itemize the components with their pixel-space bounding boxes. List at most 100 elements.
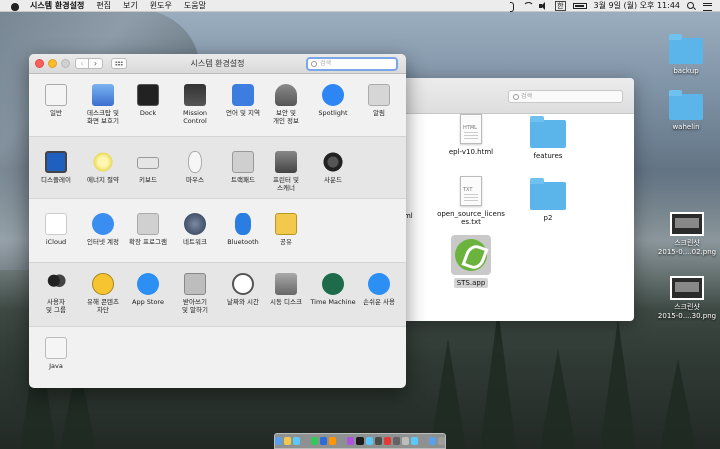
pref-pane-general[interactable]: 일반 <box>32 84 80 117</box>
spotlight-menu-icon[interactable] <box>687 1 696 10</box>
pref-pane-dictation-speech[interactable]: 받아쓰기 및 말하기 <box>171 273 219 314</box>
dock-app-icon[interactable] <box>374 437 382 445</box>
pref-pane-spotlight[interactable]: Spotlight <box>309 84 357 117</box>
dock-app-icon[interactable] <box>329 437 337 445</box>
pref-section-2: 디스플레이 에너지 절약 키보드 마우스 트랙패드 프린터 및 스캐너 사운드 <box>29 136 406 198</box>
pref-pane-label: 날짜와 시간 <box>227 298 259 306</box>
printers-scanners-icon <box>275 151 297 173</box>
dock-app-icon[interactable] <box>320 437 328 445</box>
app-menu[interactable]: 시스템 환경설정 <box>30 0 84 11</box>
clock[interactable]: 3월 9일 (월) 오후 11:44 <box>594 0 680 11</box>
dock-app-icon[interactable] <box>410 437 418 445</box>
folder-icon <box>530 116 566 148</box>
apple-menu-icon[interactable] <box>10 1 20 11</box>
finder-item-p2[interactable]: p2 <box>513 178 583 222</box>
finder-item-features[interactable]: features <box>513 116 583 160</box>
pref-pane-label: Bluetooth <box>227 238 259 246</box>
pref-section-1: 일반 데스크탑 및 화면 보호기 Dock Mission Control 언어 및 지… <box>29 74 406 136</box>
desktop-icon-screenshot-1[interactable]: 스크린샷 2015-0....02.png <box>654 212 720 257</box>
pref-pane-internet-accounts[interactable]: 인터넷 계정 <box>79 213 127 246</box>
input-source-icon[interactable]: 한 <box>555 0 566 11</box>
finder-item-licenses[interactable]: TXT open_source_licens es.txt <box>430 176 512 226</box>
notification-center-icon[interactable] <box>703 2 712 11</box>
pref-pane-displays[interactable]: 디스플레이 <box>32 151 80 184</box>
pref-pane-sound[interactable]: 사운드 <box>309 151 357 184</box>
pref-pane-trackpad[interactable]: 트랙패드 <box>219 151 267 184</box>
battery-icon[interactable] <box>572 2 587 9</box>
mission-control-icon <box>184 84 206 106</box>
pref-pane-mouse[interactable]: 마우스 <box>171 151 219 184</box>
bluetooth-icon <box>235 213 251 235</box>
internet-accounts-icon <box>92 213 114 235</box>
wifi-status-icon[interactable] <box>523 1 535 10</box>
search-field[interactable]: 검색 <box>306 57 398 71</box>
menu-edit[interactable]: 편집 <box>96 0 111 11</box>
pref-section-4: 사용자 및 그룹 유해 콘텐츠 차단 App Store 받아쓰기 및 말하기 날짜와 … <box>29 262 406 326</box>
dock-app-icon[interactable] <box>275 437 283 445</box>
bluetooth-status-icon[interactable] <box>507 1 516 12</box>
pref-pane-app-store[interactable]: App Store <box>124 273 172 306</box>
pref-pane-label: 에너지 절약 <box>87 176 119 184</box>
pref-pane-sharing[interactable]: 공유 <box>262 213 310 246</box>
dock-app-icon[interactable] <box>365 437 373 445</box>
finder-item-epl[interactable]: HTML epl-v10.html <box>436 114 506 156</box>
pref-pane-parental-controls[interactable]: 유해 콘텐츠 차단 <box>79 273 127 314</box>
desktop-icon-screenshot-2[interactable]: 스크린샷 2015-0....30.png <box>654 276 720 321</box>
dock-app-icon[interactable] <box>383 437 391 445</box>
pref-section-5: Java <box>29 326 406 388</box>
pref-pane-energy-saver[interactable]: 에너지 절약 <box>79 151 127 184</box>
menu-view[interactable]: 보기 <box>123 0 138 11</box>
dock-app-icon[interactable] <box>338 437 346 445</box>
finder-item-sts-app[interactable]: STS.app <box>436 235 506 288</box>
dock-app-icon[interactable] <box>437 437 445 445</box>
pref-pane-desktop-screensaver[interactable]: 데스크탑 및 화면 보호기 <box>79 84 127 125</box>
pref-pane-users-groups[interactable]: 사용자 및 그룹 <box>32 273 80 314</box>
desktop-icon-backup[interactable]: backup <box>664 34 708 75</box>
displays-icon <box>45 151 67 173</box>
energy-saver-icon <box>92 151 114 173</box>
dock-app-icon[interactable] <box>356 437 364 445</box>
pref-pane-label: 데스크탑 및 화면 보호기 <box>87 109 119 125</box>
dictation-speech-icon <box>184 273 206 295</box>
pref-pane-java[interactable]: Java <box>32 337 80 370</box>
desktop-icon-wahelin[interactable]: wahelin <box>664 90 708 131</box>
finder-window[interactable]: 검색 s HTML epl-v10.html features tml TXT … <box>398 78 634 321</box>
pref-pane-label: 공유 <box>280 238 292 246</box>
menu-bar: 시스템 환경설정 편집 보기 윈도우 도움말 한 3월 9일 (월) 오후 11… <box>0 0 720 12</box>
folder-icon <box>669 34 703 64</box>
pref-pane-bluetooth[interactable]: Bluetooth <box>219 213 267 246</box>
pref-pane-security-privacy[interactable]: 보안 및 개인 정보 <box>262 84 310 125</box>
accessibility-icon <box>368 273 390 295</box>
pref-pane-startup-disk[interactable]: 시동 디스크 <box>262 273 310 306</box>
menu-window[interactable]: 윈도우 <box>150 0 172 11</box>
notifications-icon <box>368 84 390 106</box>
pref-pane-language-region[interactable]: 언어 및 지역 <box>219 84 267 117</box>
pref-section-3: iCloud 인터넷 계정 확장 프로그램 네트워크 Bluetooth 공유 <box>29 198 406 262</box>
pref-pane-keyboard[interactable]: 키보드 <box>124 151 172 184</box>
menu-help[interactable]: 도움말 <box>184 0 206 11</box>
finder-search-field[interactable]: 검색 <box>508 90 623 103</box>
pref-pane-printers-scanners[interactable]: 프린터 및 스캐너 <box>262 151 310 192</box>
dock-app-icon[interactable] <box>419 437 427 445</box>
dock-app-icon[interactable] <box>401 437 409 445</box>
pref-pane-accessibility[interactable]: 손쉬운 사용 <box>355 273 403 306</box>
system-preferences-window[interactable]: ‹ › 시스템 환경설정 검색 일반 데스크탑 및 화면 보호기 Dock Missi… <box>29 54 406 388</box>
dock-app-icon[interactable] <box>311 437 319 445</box>
dock-app-icon[interactable] <box>293 437 301 445</box>
pref-pane-network[interactable]: 네트워크 <box>171 213 219 246</box>
dock-app-icon[interactable] <box>302 437 310 445</box>
pref-pane-label: 인터넷 계정 <box>87 238 119 246</box>
volume-icon[interactable] <box>539 1 548 10</box>
extensions-icon <box>137 213 159 235</box>
pref-pane-dock[interactable]: Dock <box>124 84 172 117</box>
dock-app-icon[interactable] <box>347 437 355 445</box>
pref-pane-icloud[interactable]: iCloud <box>32 213 80 246</box>
dock-app-icon[interactable] <box>392 437 400 445</box>
pref-pane-mission-control[interactable]: Mission Control <box>171 84 219 125</box>
dock-app-icon[interactable] <box>428 437 436 445</box>
pref-pane-date-time[interactable]: 날짜와 시간 <box>219 273 267 306</box>
pref-pane-extensions[interactable]: 확장 프로그램 <box>124 213 172 246</box>
dock-app-icon[interactable] <box>284 437 292 445</box>
pref-pane-time-machine[interactable]: Time Machine <box>309 273 357 306</box>
pref-pane-notifications[interactable]: 알림 <box>355 84 403 117</box>
